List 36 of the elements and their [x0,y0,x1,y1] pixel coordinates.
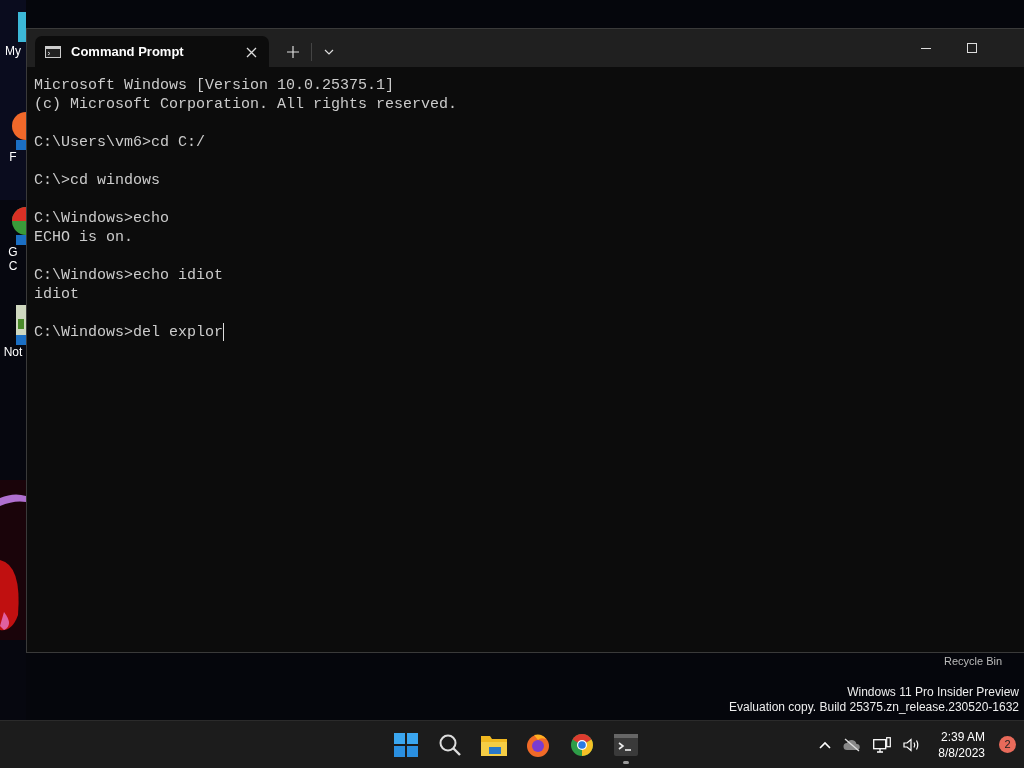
plus-icon [287,46,299,59]
network-icon[interactable] [871,734,894,755]
browser-logo-icon [570,732,594,757]
tab-title: Command Prompt [71,42,184,61]
console-line: C:\Windows>echo idiot [34,266,225,285]
watermark-text: Windows 11 Pro Insider Preview [846,685,1019,700]
console-line: C:\Windows>del explor [34,323,224,342]
console-icon [45,45,61,58]
console-line: C:\Windows>echo [34,209,171,228]
fox-globe-icon [526,732,550,757]
browser-icon[interactable] [12,205,26,245]
console-line: Microsoft Windows [Version 10.0.25375.1] [34,76,396,95]
terminal-icon [614,733,638,756]
icon-label: My [5,44,21,58]
windows-logo-icon [394,732,418,757]
search-icon [438,732,462,757]
console-line: C:\Users\vm6>cd C:/ [34,133,207,152]
console-line: ECHO is on. [34,228,135,247]
icon-label: Not [3,345,23,359]
icon-label: C [8,259,18,273]
notification-badge[interactable]: 2 [999,736,1016,753]
console-line: C:\>cd windows [34,171,162,190]
console-line: (c) Microsoft Corporation. All rights reserved. [34,95,459,114]
watermark-text: Evaluation copy. Build 25375.zn_release.230520-1632 [729,700,1019,715]
icon-label: Recycle Bin [944,655,1003,668]
browser-icon[interactable] [12,110,26,150]
maximize-icon [967,43,977,53]
console-line: idiot [34,285,80,304]
icon-label: G [8,245,18,259]
tab[interactable]: Command Prompt [35,36,269,67]
minimize-icon [921,47,931,49]
folder-icon [481,733,507,756]
icon-label: F [9,150,17,164]
notepad-icon[interactable] [16,305,26,345]
chevron-down-icon [324,49,334,56]
clock-button[interactable]: 2:39 AM 8/8/2023 [936,726,987,763]
